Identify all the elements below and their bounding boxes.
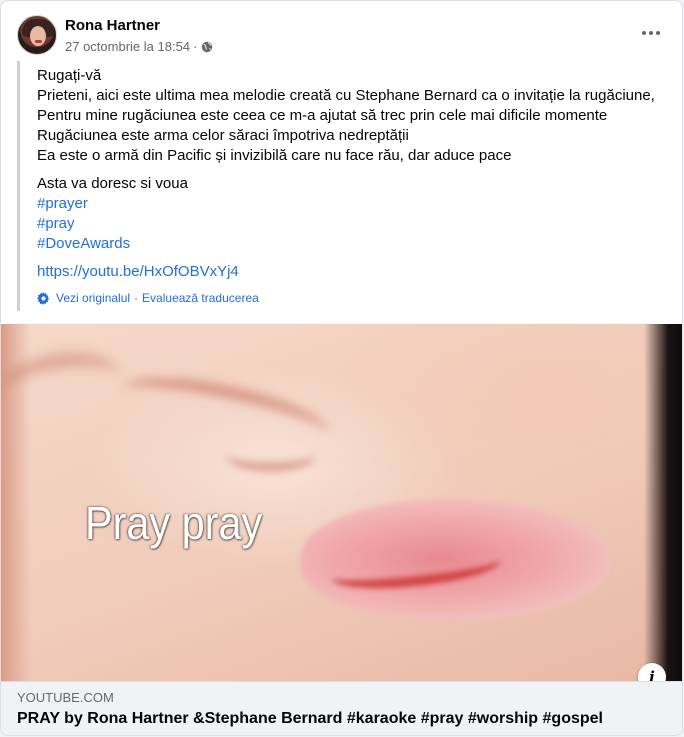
translation-separator: · [134,291,139,305]
rate-translation-link[interactable]: Evaluează traducerea [142,291,259,305]
see-original-link[interactable]: Vezi originalul [56,291,130,305]
post-paragraph-1: Rugați-vă Prieteni, aici este ultima mea… [37,61,667,166]
gear-icon [37,291,50,305]
translation-bar: Vezi originalul · Evaluează traducerea [37,291,667,305]
link-preview[interactable]: YOUTUBE.COM PRAY by Rona Hartner &Stepha… [1,681,682,735]
thumbnail-nose [226,439,316,471]
meta-separator: · [193,39,198,54]
hashtag-prayer[interactable]: #prayer [37,194,667,214]
author-name[interactable]: Rona Hartner [65,17,160,34]
more-dot [642,31,646,35]
body-line: Ea este o armă din Pacific și invizibilă… [37,147,512,164]
youtube-link[interactable]: https://youtu.be/HxOfOBVxYj4 [37,263,239,280]
hashtag-doveawards[interactable]: #DoveAwards [37,234,667,254]
globe-icon[interactable] [201,41,213,53]
more-dot [649,31,653,35]
post-meta: 27 octombrie la 18:54 · [65,39,213,54]
post-timestamp[interactable]: 27 octombrie la 18:54 [65,39,190,54]
body-line: Rugăciunea este arma celor săraci împotr… [37,127,409,144]
hashtag-pray[interactable]: #pray [37,214,667,234]
link-title[interactable]: PRAY by Rona Hartner &Stephane Bernard #… [17,710,603,728]
author-avatar[interactable] [17,15,57,55]
post-paragraph-2: Asta va doresc si voua #prayer #pray #Do… [37,166,667,254]
body-line: Pentru mine rugăciunea este ceea ce m-a … [37,107,608,124]
post-card: Rona Hartner 27 octombrie la 18:54 · Rug… [0,0,683,736]
body-line: Rugați-vă [37,67,102,84]
video-caption: Pray pray [85,497,263,549]
post-paragraph-3: https://youtu.be/HxOfOBVxYj4 [37,254,667,282]
video-thumbnail[interactable]: Pray pray i [1,324,682,681]
avatar-face [30,26,46,46]
avatar-mouth [35,40,42,43]
body-line: Prieteni, aici este ultima mea melodie c… [37,87,655,104]
more-options-button[interactable] [635,21,667,45]
more-dot [656,31,660,35]
post-body: Rugați-vă Prieteni, aici este ultima mea… [17,61,667,311]
link-domain: YOUTUBE.COM [17,690,114,705]
thumbnail-dark-edge [644,324,682,681]
wish-line: Asta va doresc si voua [37,175,188,192]
post-header: Rona Hartner 27 octombrie la 18:54 · [17,15,667,59]
